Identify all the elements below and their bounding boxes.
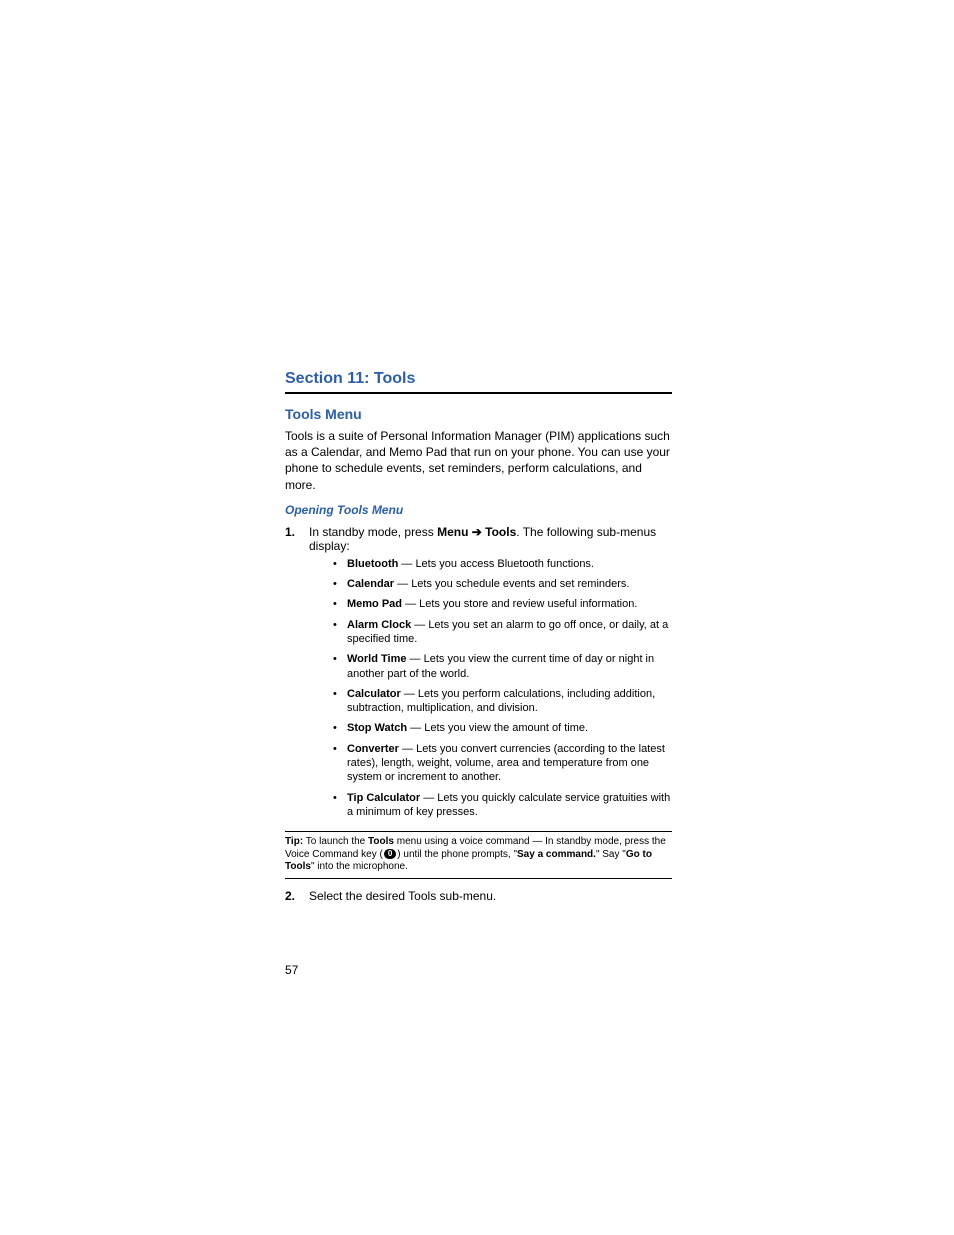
list-item-desc: — Lets you store and review useful infor…	[402, 598, 637, 610]
bullet-icon: •	[333, 791, 347, 820]
opening-tools-steps-2: 2. Select the desired Tools sub-menu.	[285, 889, 672, 903]
step-number: 2.	[285, 889, 309, 903]
tip-rule-bottom	[285, 878, 672, 879]
page-number: 57	[285, 963, 298, 977]
list-item-term: Calculator	[347, 688, 401, 700]
opening-tools-steps: 1. In standby mode, press Menu ➔ Tools. …	[285, 525, 672, 825]
list-item: • Converter — Lets you convert currencie…	[333, 742, 672, 785]
bullet-icon: •	[333, 652, 347, 681]
list-item: • Tip Calculator — Lets you quickly calc…	[333, 791, 672, 820]
menu-arrow: ➔	[468, 525, 485, 539]
list-item-text: Calculator — Lets you perform calculatio…	[347, 687, 672, 716]
list-item: • Bluetooth — Lets you access Bluetooth …	[333, 557, 672, 571]
list-item-text: Stop Watch — Lets you view the amount of…	[347, 721, 672, 735]
tools-label-bold: Tools	[485, 525, 516, 539]
bullet-icon: •	[333, 577, 347, 591]
list-item-term: World Time	[347, 653, 407, 665]
step-1: 1. In standby mode, press Menu ➔ Tools. …	[285, 525, 672, 825]
section-title: Section 11: Tools	[285, 370, 672, 388]
list-item-text: Tip Calculator — Lets you quickly calcul…	[347, 791, 672, 820]
menu-label-bold: Menu	[437, 525, 468, 539]
list-item-text: Bluetooth — Lets you access Bluetooth fu…	[347, 557, 672, 571]
list-item-text: Alarm Clock — Lets you set an alarm to g…	[347, 618, 672, 647]
step-2: 2. Select the desired Tools sub-menu.	[285, 889, 672, 903]
opening-tools-heading: Opening Tools Menu	[285, 503, 672, 517]
list-item-term: Calendar	[347, 578, 394, 590]
step-1-lead: In standby mode, press	[309, 525, 437, 539]
tip-block: Tip: To launch the Tools menu using a vo…	[285, 836, 672, 874]
list-item: • Calculator — Lets you perform calculat…	[333, 687, 672, 716]
step-2-body: Select the desired Tools sub-menu.	[309, 889, 672, 903]
tools-menu-heading: Tools Menu	[285, 406, 672, 422]
list-item-text: Converter — Lets you convert currencies …	[347, 742, 672, 785]
bullet-icon: •	[333, 742, 347, 785]
step-1-body: In standby mode, press Menu ➔ Tools. The…	[309, 525, 672, 825]
list-item-term: Tip Calculator	[347, 792, 420, 804]
list-item: • Calendar — Lets you schedule events an…	[333, 577, 672, 591]
tip-body: To launch the Tools menu using a voice c…	[285, 836, 666, 872]
tip-label: Tip:	[285, 836, 303, 847]
document-page: Section 11: Tools Tools Menu Tools is a …	[0, 0, 954, 1235]
tip-p1: To launch the	[303, 836, 368, 847]
list-item-term: Converter	[347, 743, 399, 755]
submenu-list: • Bluetooth — Lets you access Bluetooth …	[333, 557, 672, 819]
tip-p5: " into the microphone.	[311, 861, 408, 872]
list-item: • Memo Pad — Lets you store and review u…	[333, 597, 672, 611]
bullet-icon: •	[333, 557, 347, 571]
list-item-term: Bluetooth	[347, 558, 398, 570]
step-number: 1.	[285, 525, 309, 825]
tip-b1: Tools	[368, 836, 394, 847]
list-item-text: Calendar — Lets you schedule events and …	[347, 577, 672, 591]
list-item: • Alarm Clock — Lets you set an alarm to…	[333, 618, 672, 647]
bullet-icon: •	[333, 721, 347, 735]
section-rule	[285, 392, 672, 394]
tools-menu-intro: Tools is a suite of Personal Information…	[285, 428, 672, 493]
voice-command-key-icon: 0	[384, 849, 396, 859]
bullet-icon: •	[333, 618, 347, 647]
bullet-icon: •	[333, 687, 347, 716]
list-item: • World Time — Lets you view the current…	[333, 652, 672, 681]
list-item: • Stop Watch — Lets you view the amount …	[333, 721, 672, 735]
list-item-text: Memo Pad — Lets you store and review use…	[347, 597, 672, 611]
list-item-term: Stop Watch	[347, 722, 407, 734]
tip-p4: " Say "	[596, 849, 626, 860]
list-item-desc: — Lets you access Bluetooth functions.	[398, 558, 594, 570]
list-item-term: Alarm Clock	[347, 619, 411, 631]
list-item-text: World Time — Lets you view the current t…	[347, 652, 672, 681]
tip-rule-top	[285, 831, 672, 832]
tip-p3: ) until the phone prompts, "	[397, 849, 517, 860]
list-item-term: Memo Pad	[347, 598, 402, 610]
tip-b2: Say a command.	[517, 849, 596, 860]
list-item-desc: — Lets you view the amount of time.	[407, 722, 588, 734]
list-item-desc: — Lets you schedule events and set remin…	[394, 578, 629, 590]
bullet-icon: •	[333, 597, 347, 611]
